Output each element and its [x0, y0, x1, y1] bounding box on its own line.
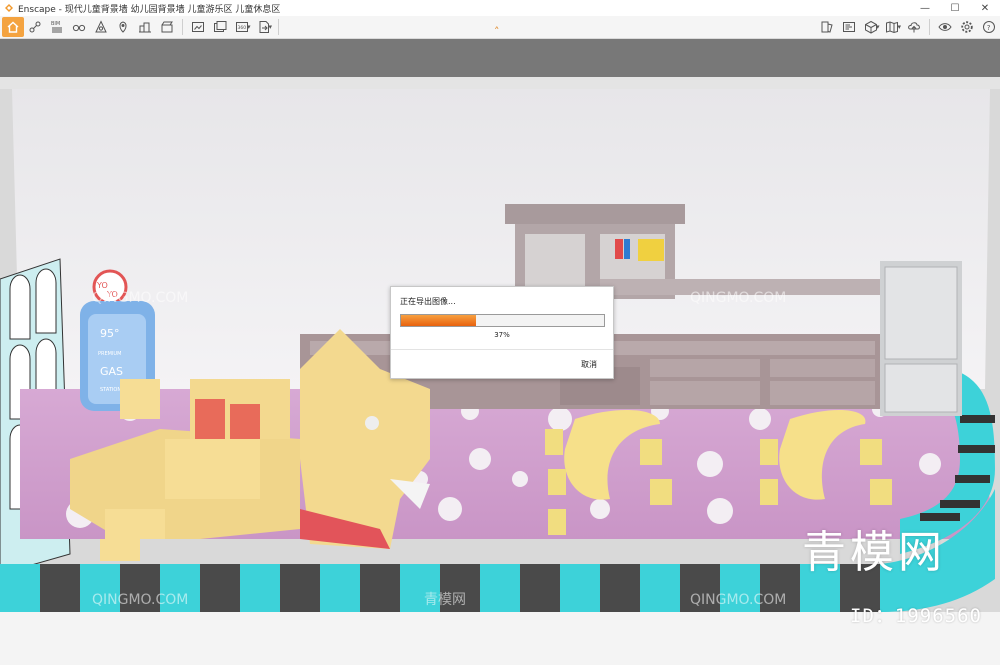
asset-library-icon: [821, 21, 833, 33]
binoculars-icon: [72, 24, 86, 32]
export-file-dropdown-caret[interactable]: ▾: [269, 23, 273, 31]
progress-bar: [400, 314, 605, 327]
ceiling-edge: [0, 77, 1000, 89]
watermark-text: QINGMO.COM: [690, 290, 786, 306]
gas-station: STATION: [100, 387, 121, 393]
watermark-text: QINGMO.COM: [92, 290, 188, 306]
upload-button[interactable]: [903, 17, 925, 37]
dialog-title: 正在导出图像...: [400, 297, 456, 306]
maximize-button[interactable]: ☐: [940, 0, 970, 16]
site-context-button[interactable]: [112, 17, 134, 37]
settings-icon: [961, 21, 973, 33]
views-dropdown-caret[interactable]: ▾: [897, 23, 901, 31]
site-context-icon: [119, 21, 127, 33]
watermark-text: QINGMO.COM: [690, 592, 786, 608]
svg-text:360: 360: [238, 25, 247, 31]
screenshot-button[interactable]: [187, 17, 209, 37]
help-icon: ?: [983, 21, 995, 33]
progress-bar-fill: [401, 315, 477, 326]
minimize-button[interactable]: —: [910, 0, 940, 16]
home-button[interactable]: [2, 17, 24, 37]
bim-info-button[interactable]: BIM: [46, 17, 68, 37]
title-bar: Enscape - 现代儿童背景墙 幼儿园背景墙 儿童游乐区 儿童休息区 — ☐…: [0, 0, 1000, 16]
batch-render-icon: [214, 21, 227, 32]
buildings-icon: [139, 22, 151, 33]
progress-percent: 37%: [494, 331, 510, 339]
export-progress-dialog: 正在导出图像... 37% 取消: [390, 286, 614, 379]
toolbar-separator: [929, 19, 930, 35]
video-editor-button[interactable]: [156, 17, 178, 37]
bim-label: BIM: [51, 21, 60, 27]
refrigerator: [880, 261, 962, 416]
watermark-text-cn: 青模网: [424, 592, 466, 608]
objects-dropdown-caret[interactable]: ▾: [876, 23, 880, 31]
render-path-button[interactable]: [24, 17, 46, 37]
watermark-id: ID：1996560: [850, 605, 982, 627]
sign-text-1: YO: [96, 281, 108, 290]
asset-library-button[interactable]: [816, 17, 838, 37]
window-title: Enscape - 现代儿童背景墙 幼儿园背景墙 儿童游乐区 儿童休息区: [18, 4, 281, 15]
enscape-logo-icon: [5, 4, 13, 12]
screenshot-icon: [192, 22, 204, 32]
visibility-button[interactable]: [934, 17, 956, 37]
cancel-button[interactable]: 取消: [581, 359, 597, 370]
upload-icon: [908, 22, 920, 33]
materials-icon: [842, 22, 855, 32]
batch-render-button[interactable]: [209, 17, 231, 37]
atmosphere-icon: [95, 20, 107, 33]
buildings-button[interactable]: [134, 17, 156, 37]
close-button[interactable]: ✕: [970, 0, 1000, 16]
bim-info-icon: BIM: [51, 21, 62, 33]
materials-button[interactable]: [838, 17, 860, 37]
toolbar-separator: [182, 19, 183, 35]
gas-sub: PREMIUM: [98, 351, 121, 357]
video-editor-icon: [161, 21, 173, 33]
gas-word: GAS: [100, 365, 123, 378]
help-label: ?: [987, 24, 991, 32]
home-icon: [7, 21, 19, 33]
ceiling-band: [0, 39, 1000, 77]
watermark-brand: 青模网: [802, 527, 946, 578]
toolbar-separator: [278, 19, 280, 35]
collapse-toolbar-icon[interactable]: ˄: [494, 26, 500, 37]
help-button[interactable]: ?: [978, 17, 1000, 37]
atmosphere-button[interactable]: [90, 17, 112, 37]
binoculars-button[interactable]: [68, 17, 90, 37]
visibility-icon: [938, 23, 952, 31]
settings-button[interactable]: [956, 17, 978, 37]
dialog-divider: [391, 349, 613, 350]
watermark-text: QINGMO.COM: [92, 592, 188, 608]
export-360-dropdown-caret[interactable]: ▾: [247, 23, 251, 31]
main-toolbar: BIM 360 ▾ ▾ ▾ ▾ ?: [0, 16, 1000, 39]
gas-number: 95°: [100, 327, 120, 340]
render-path-icon: [29, 21, 41, 33]
